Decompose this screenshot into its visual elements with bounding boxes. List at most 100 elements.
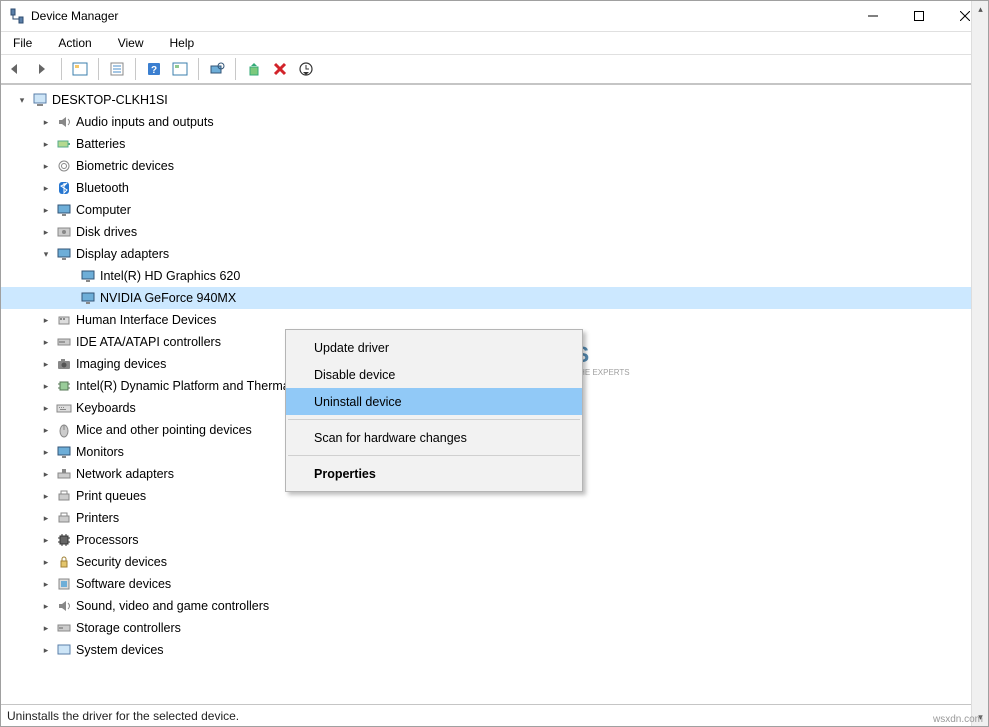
tree-item-display-adapters[interactable]: ▾Display adapters: [1, 243, 988, 265]
statusbar-text: Uninstalls the driver for the selected d…: [7, 709, 239, 723]
disk-icon: [55, 224, 73, 240]
printer-icon: [55, 510, 73, 526]
caret-right-icon: ▸: [39, 225, 53, 239]
ctx-disable-device[interactable]: Disable device: [286, 361, 582, 388]
tree-label: DESKTOP-CLKH1SI: [52, 94, 168, 107]
tree-label: Monitors: [76, 446, 124, 459]
tree-label: Network adapters: [76, 468, 174, 481]
caret-right-icon: ▸: [39, 599, 53, 613]
monitor-icon: [55, 202, 73, 218]
menu-action[interactable]: Action: [52, 34, 97, 52]
tree-label: Software devices: [76, 578, 171, 591]
enable-device-button[interactable]: [242, 57, 266, 81]
toolbar: ?: [1, 54, 988, 84]
tree-item[interactable]: ▸ Disk drives: [1, 221, 988, 243]
caret-right-icon: ▸: [39, 401, 53, 415]
help-button[interactable]: ?: [142, 57, 166, 81]
tree-label: Security devices: [76, 556, 167, 569]
forward-button[interactable]: [31, 57, 55, 81]
tree-item[interactable]: ▸Storage controllers: [1, 617, 988, 639]
caret-down-icon: ▾: [15, 93, 29, 107]
tree-label: Display adapters: [76, 248, 169, 261]
tree-item[interactable]: ▸ Sound, video and game controllers: [1, 595, 988, 617]
scan-hardware-button[interactable]: [205, 57, 229, 81]
tree-label: Printers: [76, 512, 119, 525]
tree-item[interactable]: ▸Batteries: [1, 133, 988, 155]
ctx-update-driver[interactable]: Update driver: [286, 334, 582, 361]
window-title: Device Manager: [31, 9, 118, 23]
security-icon: [55, 554, 73, 570]
caret-right-icon: ▸: [39, 467, 53, 481]
minimize-button[interactable]: [850, 1, 896, 32]
caret-right-icon: ▸: [39, 115, 53, 129]
tree-label: Processors: [76, 534, 139, 547]
toolbar-separator: [198, 58, 199, 80]
tree-label: Batteries: [76, 138, 125, 151]
tree-item[interactable]: ▸ Human Interface Devices: [1, 309, 988, 331]
menu-view[interactable]: View: [112, 34, 150, 52]
menu-file[interactable]: File: [7, 34, 38, 52]
network-icon: [55, 466, 73, 482]
audio-icon: [55, 114, 73, 130]
tree-item[interactable]: ▸Security devices: [1, 551, 988, 573]
tree-label: Bluetooth: [76, 182, 129, 195]
toolbar-separator: [98, 58, 99, 80]
tree-item[interactable]: ▸Software devices: [1, 573, 988, 595]
tree-label: System devices: [76, 644, 164, 657]
keyboard-icon: [55, 400, 73, 416]
cpu-icon: [55, 532, 73, 548]
tree-label: Biometric devices: [76, 160, 174, 173]
context-menu: Update driver Disable device Uninstall d…: [285, 329, 583, 492]
tree-label: Human Interface Devices: [76, 314, 216, 327]
tree-label: Intel(R) HD Graphics 620: [100, 270, 240, 283]
ctx-scan-hardware[interactable]: Scan for hardware changes: [286, 424, 582, 451]
tree-label: Imaging devices: [76, 358, 166, 371]
show-hide-console-button[interactable]: [68, 57, 92, 81]
caret-right-icon: ▸: [39, 621, 53, 635]
tree-label: Print queues: [76, 490, 146, 503]
ctx-properties[interactable]: Properties: [286, 460, 582, 487]
caret-right-icon: ▸: [39, 533, 53, 547]
tree-item-nvidia-geforce[interactable]: ▸NVIDIA GeForce 940MX: [1, 287, 988, 309]
menu-help[interactable]: Help: [164, 34, 201, 52]
tree-label: Sound, video and game controllers: [76, 600, 269, 613]
window-controls: [850, 1, 988, 32]
tree-item[interactable]: ▸Computer: [1, 199, 988, 221]
toolbar-separator: [235, 58, 236, 80]
titlebar: Device Manager: [1, 1, 988, 32]
bluetooth-icon: [55, 180, 73, 196]
system-icon: [55, 642, 73, 658]
maximize-button[interactable]: [896, 1, 942, 32]
tree-item-intel-graphics[interactable]: ▸Intel(R) HD Graphics 620: [1, 265, 988, 287]
tree-label: Disk drives: [76, 226, 137, 239]
action-button[interactable]: [168, 57, 192, 81]
tree-label: IDE ATA/ATAPI controllers: [76, 336, 221, 349]
toolbar-separator: [61, 58, 62, 80]
biometric-icon: [55, 158, 73, 174]
properties-button[interactable]: [105, 57, 129, 81]
printer-icon: [55, 488, 73, 504]
tree-item[interactable]: ▸ System devices: [1, 639, 988, 661]
tree-item[interactable]: ▸Biometric devices: [1, 155, 988, 177]
caret-right-icon: ▸: [39, 489, 53, 503]
uninstall-button[interactable]: [268, 57, 292, 81]
hid-icon: [55, 312, 73, 328]
tree-item[interactable]: ▸Bluetooth: [1, 177, 988, 199]
caret-right-icon: ▸: [39, 379, 53, 393]
update-driver-button[interactable]: [294, 57, 318, 81]
vertical-scrollbar[interactable]: ▴ ▾: [971, 84, 988, 704]
ide-icon: [55, 334, 73, 350]
ctx-uninstall-device[interactable]: Uninstall device: [286, 388, 582, 415]
display-icon: [55, 246, 73, 262]
camera-icon: [55, 356, 73, 372]
tree-root[interactable]: ▾ DESKTOP-CLKH1SI: [1, 89, 988, 111]
tree-label: Keyboards: [76, 402, 136, 415]
caret-right-icon: ▸: [39, 643, 53, 657]
display-icon: [79, 268, 97, 284]
back-button[interactable]: [5, 57, 29, 81]
tree-item[interactable]: ▸ Processors: [1, 529, 988, 551]
tree-item[interactable]: ▸Printers: [1, 507, 988, 529]
caret-right-icon: ▸: [39, 313, 53, 327]
menubar: File Action View Help: [1, 32, 988, 54]
tree-item[interactable]: ▸Audio inputs and outputs: [1, 111, 988, 133]
